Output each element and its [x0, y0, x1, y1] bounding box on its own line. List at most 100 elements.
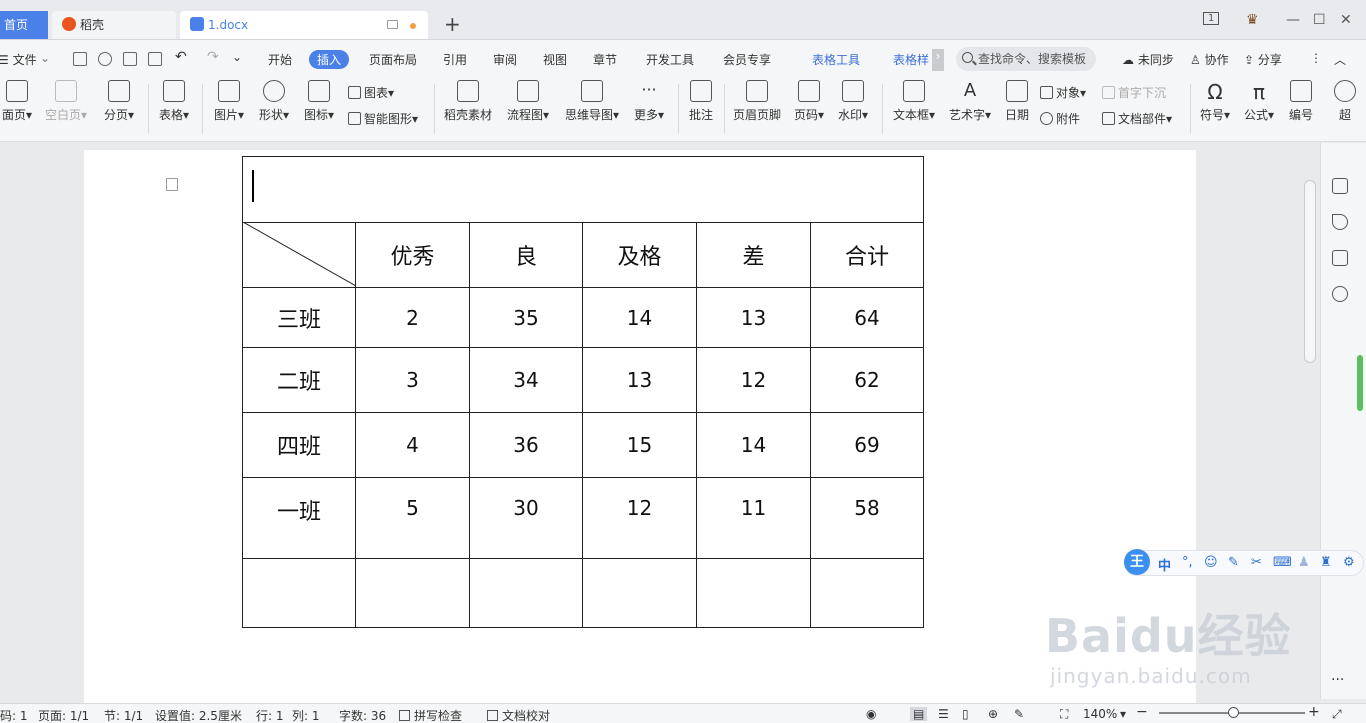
- minimize-button[interactable]: —: [1286, 12, 1300, 28]
- redo-icon[interactable]: ↷: [207, 49, 221, 65]
- watermark-button[interactable]: 水印▾: [834, 80, 872, 123]
- settings-gear-icon[interactable]: ⚙: [1343, 555, 1355, 570]
- menu-references[interactable]: 引用: [443, 51, 467, 68]
- chevron-down-icon[interactable]: ⌄: [40, 51, 50, 65]
- ime-mode[interactable]: 中: [1158, 555, 1171, 574]
- attachment-button[interactable]: 附件: [1040, 110, 1080, 127]
- flowchart-button[interactable]: 流程图▾: [504, 80, 552, 123]
- menu-table-style[interactable]: 表格样: [893, 51, 929, 68]
- print-icon[interactable]: [123, 52, 137, 66]
- icon-button[interactable]: 图标▾: [300, 80, 338, 123]
- status-page-num[interactable]: 码: 1: [0, 707, 28, 723]
- cursor-select-icon[interactable]: [1332, 214, 1348, 230]
- emoji-icon[interactable]: ☺: [1204, 555, 1218, 570]
- comment-button[interactable]: 批注: [686, 80, 716, 123]
- value-cell[interactable]: 4: [355, 412, 470, 478]
- blank-page-button[interactable]: 空白页▾: [44, 80, 88, 123]
- menu-insert[interactable]: 插入: [309, 50, 350, 69]
- page-view-icon[interactable]: ▤: [910, 707, 928, 721]
- close-button[interactable]: ✕: [1340, 12, 1352, 28]
- handwrite-icon[interactable]: ✎: [1228, 555, 1239, 570]
- doc-parts-button[interactable]: 文档部件▾: [1102, 110, 1172, 127]
- header-cell[interactable]: 良: [469, 222, 583, 288]
- empty-cell[interactable]: [696, 558, 811, 628]
- header-cell[interactable]: 优秀: [355, 222, 470, 288]
- maximize-button[interactable]: ☐: [1313, 12, 1326, 28]
- menu-review[interactable]: 审阅: [493, 51, 517, 68]
- smart-art-button[interactable]: 智能图形▾: [348, 110, 418, 127]
- value-cell[interactable]: 34: [469, 347, 583, 413]
- more-tools-icon[interactable]: ···: [1331, 672, 1344, 688]
- value-cell[interactable]: 36: [469, 412, 583, 478]
- symbol-button[interactable]: Ω 符号▾: [1196, 80, 1234, 123]
- chart-button[interactable]: 图表▾: [348, 84, 394, 101]
- fullscreen-icon[interactable]: ⤢: [1332, 707, 1342, 722]
- format-painter-icon[interactable]: [98, 52, 112, 66]
- new-tab-button[interactable]: +: [444, 14, 461, 34]
- scrollbar-thumb[interactable]: [1304, 180, 1316, 363]
- class-name-cell[interactable]: 一班: [242, 477, 356, 559]
- object-button[interactable]: 对象▾: [1040, 84, 1086, 101]
- hyperlink-button[interactable]: 超: [1330, 80, 1360, 123]
- skin-shirt-icon[interactable]: ♜: [1320, 555, 1332, 570]
- menu-dev-tools[interactable]: 开发工具: [646, 51, 694, 68]
- value-cell[interactable]: 14: [696, 412, 811, 478]
- value-cell[interactable]: 2: [355, 287, 470, 348]
- skin-icon[interactable]: ♛: [1246, 12, 1259, 28]
- zoom-in-button[interactable]: +: [1308, 704, 1320, 720]
- tab-home[interactable]: 首页: [0, 11, 48, 39]
- undo-icon[interactable]: ↶: [175, 49, 189, 65]
- side-scroll-indicator[interactable]: [1357, 355, 1363, 411]
- status-wordcount[interactable]: 字数: 36: [339, 707, 386, 723]
- table-title-cell[interactable]: [242, 156, 924, 223]
- page-number-button[interactable]: 页码▾: [790, 80, 828, 123]
- web-view-icon[interactable]: ⊕: [988, 707, 998, 721]
- keyboard-icon[interactable]: ⌨: [1273, 555, 1292, 570]
- ime-punct[interactable]: °,: [1182, 555, 1193, 570]
- daoke-material-button[interactable]: 稻壳素材: [442, 80, 494, 123]
- print-preview-icon[interactable]: [148, 52, 162, 66]
- header-cell[interactable]: 差: [696, 222, 811, 288]
- menu-start[interactable]: 开始: [268, 51, 292, 68]
- eye-protect-icon[interactable]: ◉: [866, 707, 876, 721]
- more-button[interactable]: ··· 更多▾: [630, 80, 668, 123]
- write-mode-icon[interactable]: ✎: [1014, 707, 1024, 721]
- empty-cell[interactable]: [582, 558, 697, 628]
- fit-page-icon[interactable]: ⛶: [1060, 707, 1068, 722]
- value-cell[interactable]: 14: [582, 287, 697, 348]
- value-cell[interactable]: 69: [810, 412, 924, 478]
- value-cell[interactable]: 12: [696, 347, 811, 413]
- menu-table-tools[interactable]: 表格工具: [812, 51, 860, 68]
- header-cell[interactable]: 合计: [810, 222, 924, 288]
- proofread-toggle[interactable]: 文档校对: [487, 707, 550, 723]
- formula-button[interactable]: π 公式▾: [1240, 80, 1278, 123]
- date-button[interactable]: 日期: [1002, 80, 1032, 123]
- window-count-badge[interactable]: 1: [1203, 12, 1220, 25]
- value-cell[interactable]: 30: [469, 477, 583, 559]
- numbering-button[interactable]: 编号: [1286, 80, 1316, 123]
- scissors-icon[interactable]: ✂: [1251, 555, 1262, 570]
- class-name-cell[interactable]: 四班: [242, 412, 356, 478]
- menu-page-layout[interactable]: 页面布局: [369, 51, 417, 68]
- outline-view-icon[interactable]: ☰: [938, 707, 949, 721]
- collapse-ribbon-icon[interactable]: ︿: [1334, 51, 1346, 68]
- zoom-level[interactable]: 140%: [1083, 707, 1117, 721]
- cover-page-button[interactable]: 面页▾: [0, 80, 36, 123]
- spellcheck-toggle[interactable]: 拼写检查: [399, 707, 462, 723]
- tab-daoke[interactable]: 稻壳: [52, 11, 176, 39]
- mindmap-button[interactable]: 思维导图▾: [562, 80, 622, 123]
- value-cell[interactable]: 58: [810, 477, 924, 559]
- value-cell[interactable]: 64: [810, 287, 924, 348]
- chevron-right-icon[interactable]: ›: [932, 49, 944, 71]
- menu-view[interactable]: 视图: [543, 51, 567, 68]
- textbox-button[interactable]: 文本框▾: [890, 80, 938, 123]
- pen-icon[interactable]: [1332, 178, 1348, 194]
- menu-file[interactable]: ☰ 文件: [0, 51, 37, 68]
- dropcap-button[interactable]: 首字下沉: [1102, 84, 1166, 101]
- zoom-slider-handle[interactable]: [1228, 707, 1239, 718]
- value-cell[interactable]: 15: [582, 412, 697, 478]
- value-cell[interactable]: 35: [469, 287, 583, 348]
- value-cell[interactable]: 12: [582, 477, 697, 559]
- class-name-cell[interactable]: 二班: [242, 347, 356, 413]
- value-cell[interactable]: 11: [696, 477, 811, 559]
